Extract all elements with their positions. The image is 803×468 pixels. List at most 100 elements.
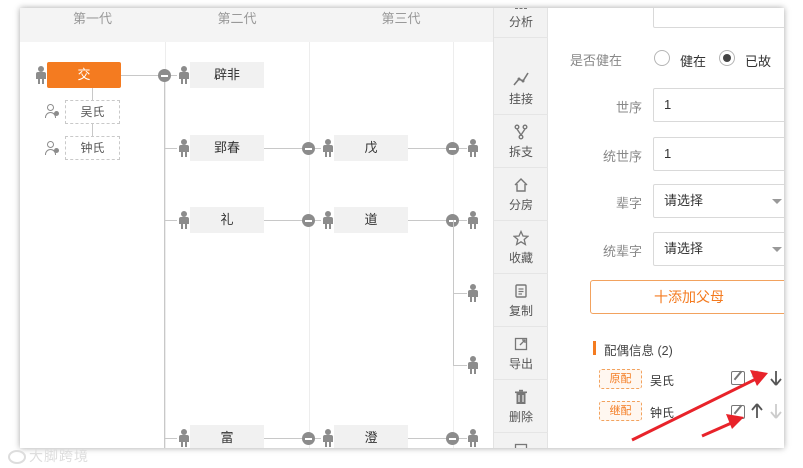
unified-generation-input[interactable]: 1: [653, 137, 784, 171]
add-parent-button[interactable]: 十添加父母: [590, 280, 784, 314]
tree-node[interactable]: 郢春: [190, 135, 264, 161]
collapse-toggle-button[interactable]: [446, 432, 459, 445]
person-icon: [322, 139, 334, 157]
spouse-icon: [45, 141, 59, 155]
chevron-down-icon: [772, 199, 782, 204]
family-tree-canvas[interactable]: 第一代 第二代 第三代 交 吴氏 钟氏 辟非 郢春 礼 富 戊 道 澄: [20, 8, 493, 448]
screenshot-frame: 第一代 第二代 第三代 交 吴氏 钟氏 辟非 郢春 礼 富 戊 道 澄 分析 挂…: [0, 0, 803, 468]
person-icon: [322, 429, 334, 447]
connector-line: [164, 82, 165, 448]
connector-line: [453, 293, 467, 294]
collapse-toggle-button[interactable]: [158, 69, 171, 82]
generation-input[interactable]: 1: [653, 88, 784, 122]
tool-analyze-button[interactable]: 分析: [494, 8, 548, 38]
branch-icon: [514, 124, 528, 140]
unified-bei-select-value: 请选择: [664, 241, 704, 256]
arrow-up-icon[interactable]: [750, 403, 764, 419]
export-icon: [514, 443, 528, 448]
radio-deceased-label: 已故: [745, 54, 772, 69]
person-icon: [322, 211, 334, 229]
tree-node-selected[interactable]: 交: [47, 62, 121, 88]
generation-header-1: 第一代: [20, 8, 165, 42]
tool-label: 挂接: [508, 92, 533, 106]
unified-bei-select[interactable]: 请选择: [653, 232, 784, 266]
star-icon: [513, 230, 529, 246]
connector-line: [408, 220, 446, 221]
connector-line: [459, 220, 467, 221]
tool-label: 分析: [508, 15, 533, 29]
edit-icon[interactable]: [731, 371, 745, 385]
tool-label: 分房: [508, 198, 533, 212]
tool-label: 收藏: [508, 251, 533, 265]
tree-node[interactable]: 戊: [334, 135, 408, 161]
connector-line: [459, 438, 467, 439]
tool-split-button[interactable]: 拆支: [494, 116, 548, 168]
copy-icon: [515, 284, 527, 298]
unified-bei-label: 统辈字: [602, 244, 642, 259]
spouse-name: 吴氏: [650, 374, 675, 388]
column-divider: [309, 42, 310, 448]
arrow-down-icon[interactable]: [769, 370, 783, 386]
connector-line: [171, 75, 177, 76]
bei-label: 辈字: [615, 196, 642, 211]
link-line-icon: [513, 72, 529, 86]
action-toolbar: 分析 挂接 拆支 分房 收藏 复制 导出 删除: [493, 8, 548, 448]
tool-label: 复制: [508, 304, 533, 318]
tree-node[interactable]: 礼: [190, 207, 264, 233]
person-icon: [178, 66, 190, 84]
spouse-icon: [45, 104, 59, 118]
connector-line: [315, 220, 321, 221]
tool-attach-button[interactable]: 挂接: [494, 63, 548, 115]
connector-line: [453, 365, 467, 366]
column-divider: [165, 42, 166, 448]
watermark: 大脚跨境: [8, 446, 89, 465]
bar-chart-icon: [515, 8, 527, 9]
bei-select[interactable]: 请选择: [653, 184, 784, 218]
tool-label: 拆支: [508, 145, 533, 159]
chevron-down-icon: [772, 247, 782, 252]
radio-alive-label: 健在: [680, 54, 707, 69]
spouse-type-badge: 原配: [599, 369, 642, 389]
tool-copy-button[interactable]: 复制: [494, 275, 548, 327]
collapse-toggle-button[interactable]: [302, 214, 315, 227]
person-icon: [178, 429, 190, 447]
tool-favorite-button[interactable]: 收藏: [494, 222, 548, 274]
tool-label: 导出: [508, 357, 533, 371]
person-icon: [467, 356, 479, 374]
tool-delete-button[interactable]: 删除: [494, 381, 548, 433]
radio-deceased[interactable]: [719, 50, 735, 66]
connector-line: [315, 438, 321, 439]
arrow-up-icon[interactable]: [750, 370, 764, 386]
connector-line: [164, 220, 177, 221]
tool-more-button[interactable]: [494, 434, 548, 448]
house-icon: [514, 178, 528, 192]
collapse-toggle-button[interactable]: [446, 142, 459, 155]
edit-icon[interactable]: [731, 405, 745, 419]
generation-header-3: 第三代: [309, 8, 493, 42]
tree-node[interactable]: 道: [334, 207, 408, 233]
connector-line: [264, 148, 302, 149]
unified-generation-label: 统世序: [602, 149, 642, 164]
connector-line: [264, 220, 302, 221]
person-icon: [467, 284, 479, 302]
person-icon: [467, 139, 479, 157]
connector-line: [408, 148, 446, 149]
connector-line: [315, 148, 321, 149]
spouse-type-badge: 继配: [599, 401, 642, 421]
radio-alive[interactable]: [654, 50, 670, 66]
tree-node[interactable]: 辟非: [190, 62, 264, 88]
connector-line: [121, 75, 158, 76]
tree-spouse-node[interactable]: 吴氏: [65, 100, 120, 124]
tool-export-button[interactable]: 导出: [494, 328, 548, 380]
tool-house-button[interactable]: 分房: [494, 169, 548, 221]
collapse-toggle-button[interactable]: [302, 142, 315, 155]
connector-line: [459, 148, 467, 149]
arrow-down-icon[interactable]: [769, 403, 783, 419]
connector-line: [164, 438, 177, 439]
tool-label: 删除: [508, 410, 533, 424]
name-field-partial[interactable]: [653, 8, 784, 28]
collapse-toggle-button[interactable]: [302, 432, 315, 445]
tree-node[interactable]: 富: [190, 425, 264, 448]
tree-spouse-node[interactable]: 钟氏: [65, 136, 120, 160]
tree-node[interactable]: 澄: [334, 425, 408, 448]
